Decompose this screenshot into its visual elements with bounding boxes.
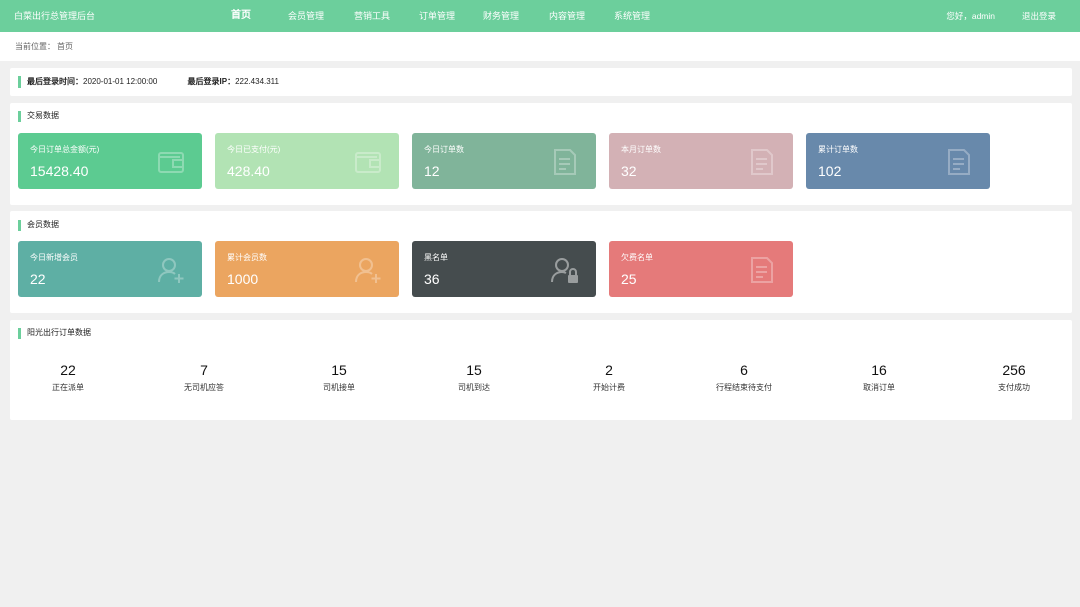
stat-value: 16	[871, 362, 887, 378]
breadcrumb: 当前位置： 首页	[0, 32, 1080, 61]
card-today-paid[interactable]: 今日已支付(元) 428.40	[215, 133, 399, 189]
card-label: 本月订单数	[621, 145, 661, 154]
stat-driver-accepted[interactable]: 15 司机接单	[279, 362, 399, 393]
card-label: 累计订单数	[818, 145, 858, 154]
card-value: 15428.40	[30, 163, 89, 179]
document-icon	[554, 149, 576, 175]
nav-item-content[interactable]: 内容管理	[549, 0, 585, 32]
last-login-time-label: 最后登录时间：	[27, 77, 83, 86]
card-label: 累计会员数	[227, 253, 267, 262]
stat-label: 司机接单	[323, 383, 355, 392]
stat-label: 司机到达	[458, 383, 490, 392]
last-login-ip-value: 222.434.311	[235, 77, 279, 86]
nav-item-orders[interactable]: 订单管理	[419, 0, 455, 32]
stat-label: 支付成功	[998, 383, 1030, 392]
card-value: 36	[424, 271, 440, 287]
card-value: 428.40	[227, 163, 270, 179]
card-total-orders[interactable]: 累计订单数 102	[806, 133, 990, 189]
document-icon	[751, 257, 773, 283]
stat-label: 开始计费	[593, 383, 625, 392]
card-label: 今日订单数	[424, 145, 464, 154]
logout-link[interactable]: 退出登录	[1022, 0, 1056, 32]
card-arrears-list[interactable]: 欠费名单 25	[609, 241, 793, 297]
card-label: 欠费名单	[621, 253, 653, 262]
last-login-ip-label: 最后登录IP：	[187, 77, 236, 86]
card-label: 今日新增会员	[30, 253, 78, 262]
card-value: 102	[818, 163, 842, 179]
stat-value: 15	[331, 362, 347, 378]
card-value: 25	[621, 271, 637, 287]
card-today-order-amount[interactable]: 今日订单总金额(元) 15428.40	[18, 133, 202, 189]
member-data-panel: 会员数据 今日新增会员 22 累计会员数 1000 黑名单 36 欠费名单 25	[10, 211, 1072, 313]
user-add-icon	[158, 258, 184, 283]
breadcrumb-label: 当前位置：	[15, 42, 55, 51]
stat-value: 15	[466, 362, 482, 378]
login-info-row: 最后登录时间：2020-01-01 12:00:00 最后登录IP：222.43…	[18, 68, 307, 96]
stat-label: 取消订单	[863, 383, 895, 392]
stat-label: 正在派单	[52, 383, 84, 392]
nav-item-marketing[interactable]: 营销工具	[354, 0, 390, 32]
stat-label: 无司机应答	[184, 383, 224, 392]
user-greeting: 您好，admin	[946, 11, 995, 21]
card-value: 22	[30, 271, 46, 287]
stat-value: 7	[200, 362, 208, 378]
card-label: 今日订单总金额(元)	[30, 145, 100, 154]
wallet-icon	[355, 152, 381, 173]
card-total-members[interactable]: 累计会员数 1000	[215, 241, 399, 297]
app-title: 白菜出行总管理后台	[14, 11, 96, 21]
nav-item-home[interactable]: 首页	[231, 0, 251, 32]
nav-item-members[interactable]: 会员管理	[288, 0, 324, 32]
stat-label: 行程结束待支付	[716, 383, 772, 392]
document-icon	[948, 149, 970, 175]
stat-cancelled[interactable]: 16 取消订单	[819, 362, 939, 393]
stat-paid[interactable]: 256 支付成功	[954, 362, 1074, 393]
stat-driver-arrived[interactable]: 15 司机到达	[414, 362, 534, 393]
user-add-icon	[355, 258, 381, 283]
card-today-orders[interactable]: 今日订单数 12	[412, 133, 596, 189]
user-lock-icon	[551, 258, 578, 283]
stat-value: 6	[740, 362, 748, 378]
card-label: 今日已支付(元)	[227, 145, 281, 154]
card-value: 1000	[227, 271, 259, 287]
login-info-panel: 最后登录时间：2020-01-01 12:00:00 最后登录IP：222.43…	[10, 68, 1072, 96]
stat-value: 2	[605, 362, 613, 378]
card-month-orders[interactable]: 本月订单数 32	[609, 133, 793, 189]
trade-data-panel: 交易数据 今日订单总金额(元) 15428.40 今日已支付(元) 428.40…	[10, 103, 1072, 205]
stat-billing-started[interactable]: 2 开始计费	[549, 362, 669, 393]
stat-value: 22	[60, 362, 76, 378]
stat-awaiting-payment[interactable]: 6 行程结束待支付	[684, 362, 804, 393]
nav-item-system[interactable]: 系统管理	[614, 0, 650, 32]
member-data-title: 会员数据	[18, 211, 59, 239]
top-bar: 白菜出行总管理后台 首页 会员管理 营销工具 订单管理 财务管理 内容管理 系统…	[0, 0, 1080, 32]
stat-value: 256	[1002, 362, 1026, 378]
stat-dispatching[interactable]: 22 正在派单	[8, 362, 128, 393]
breadcrumb-current[interactable]: 首页	[57, 42, 73, 51]
stat-no-driver-response[interactable]: 7 无司机应答	[144, 362, 264, 393]
document-icon	[751, 149, 773, 175]
last-login-time-value: 2020-01-01 12:00:00	[83, 77, 158, 86]
card-today-new-members[interactable]: 今日新增会员 22	[18, 241, 202, 297]
card-blacklist[interactable]: 黑名单 36	[412, 241, 596, 297]
order-stats-panel: 阳光出行订单数据 22 正在派单 7 无司机应答 15 司机接单 15 司机到达…	[10, 320, 1072, 420]
order-stats-title: 阳光出行订单数据	[18, 320, 91, 346]
trade-data-title: 交易数据	[18, 103, 59, 129]
nav-item-finance[interactable]: 财务管理	[483, 0, 519, 32]
card-value: 12	[424, 163, 440, 179]
card-label: 黑名单	[424, 253, 448, 262]
card-value: 32	[621, 163, 637, 179]
wallet-icon	[158, 152, 184, 173]
